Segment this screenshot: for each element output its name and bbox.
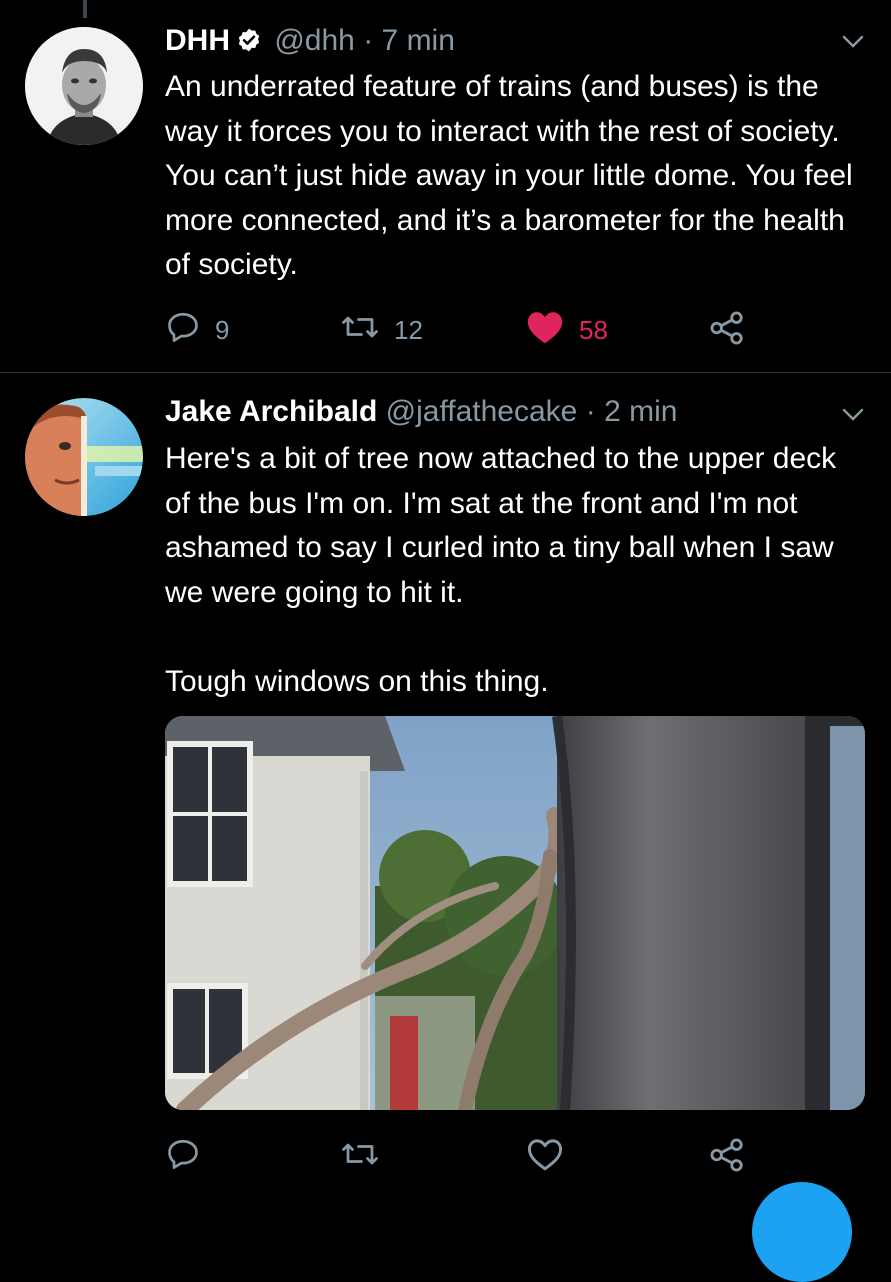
share-button[interactable] <box>708 309 746 354</box>
like-button[interactable]: 58 <box>525 309 608 352</box>
tweet-header: Jake Archibald @jaffathecake · 2 min <box>165 394 677 430</box>
share-icon <box>708 1136 746 1181</box>
like-count: 58 <box>579 315 608 345</box>
tree-bus-photo <box>165 716 865 1110</box>
retweet-count: 12 <box>394 315 423 345</box>
like-icon <box>525 309 565 352</box>
handle[interactable]: @dhh <box>274 24 355 57</box>
retweet-icon <box>340 309 380 352</box>
tweet-dhh[interactable]: DHH @dhh · 7 min An underrated feature o… <box>0 0 891 372</box>
reply-icon <box>165 309 201 352</box>
tweet-header: DHH @dhh · 7 min <box>165 23 455 62</box>
reply-count: 9 <box>215 315 230 345</box>
timestamp[interactable]: 7 min <box>382 24 455 57</box>
tweet-actions: 9 12 58 <box>165 309 865 349</box>
retweet-button[interactable] <box>340 1136 394 1179</box>
tweet-text: Here's a bit of tree now attached to the… <box>165 442 837 698</box>
chevron-down-icon[interactable] <box>841 34 865 55</box>
like-button[interactable] <box>525 1136 579 1179</box>
tweet-text: An underrated feature of trains (and bus… <box>165 70 862 281</box>
share-button[interactable] <box>708 1136 746 1181</box>
share-icon <box>708 309 746 354</box>
verified-badge-icon <box>236 26 262 62</box>
chevron-down-icon[interactable] <box>841 407 865 428</box>
like-icon <box>525 1136 565 1179</box>
reply-icon <box>165 1136 201 1179</box>
compose-tweet-button[interactable] <box>752 1182 852 1282</box>
separator: · <box>363 24 374 57</box>
avatar[interactable] <box>25 27 143 145</box>
handle[interactable]: @jaffathecake <box>386 395 578 428</box>
tweet-actions <box>165 1136 865 1176</box>
avatar[interactable] <box>25 398 143 516</box>
reply-button[interactable] <box>165 1136 215 1179</box>
reply-button[interactable]: 9 <box>165 309 229 352</box>
display-name[interactable]: Jake Archibald <box>165 395 377 428</box>
retweet-button[interactable]: 12 <box>340 309 423 352</box>
retweet-icon <box>340 1136 380 1179</box>
tweet-photo[interactable] <box>165 716 865 1110</box>
display-name[interactable]: DHH <box>165 24 230 57</box>
timestamp[interactable]: 2 min <box>604 395 677 428</box>
separator: · <box>585 395 596 428</box>
